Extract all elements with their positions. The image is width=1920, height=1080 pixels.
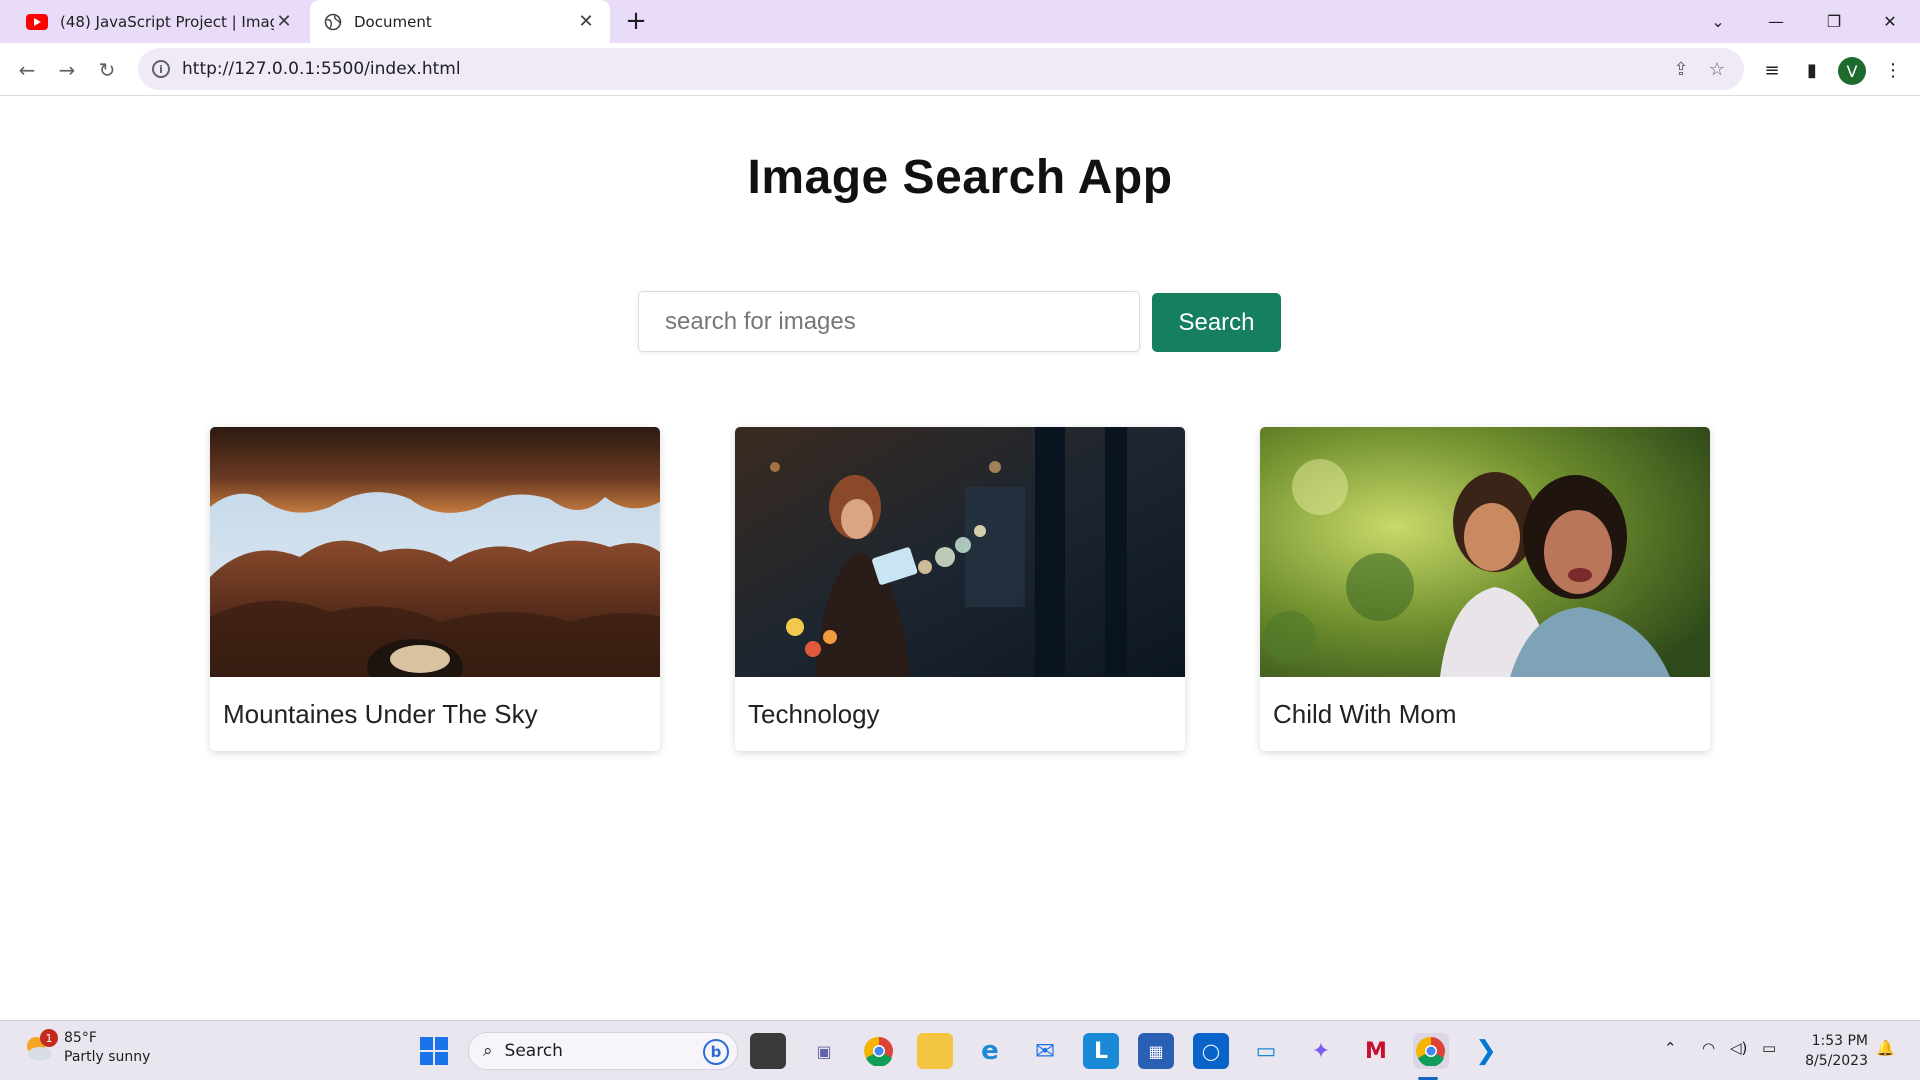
search-input[interactable] [638,291,1140,352]
search-button[interactable]: Search [1152,293,1281,352]
reading-list-icon[interactable]: ≡ [1755,53,1789,87]
chrome-active-icon[interactable] [1413,1033,1449,1069]
result-image[interactable] [735,427,1185,677]
task-view-icon[interactable] [750,1033,786,1069]
result-card[interactable]: Child With Mom [1260,427,1710,751]
youtube-icon [26,13,48,30]
result-card[interactable]: Technology [735,427,1185,751]
page-title: Image Search App [747,151,1173,204]
back-arrow-icon[interactable]: ← [10,53,44,87]
copilot-icon[interactable]: ✦ [1303,1033,1339,1069]
taskbar: 1 85°F Partly sunny ⌕ Search b ▣ e ✉ L ▦… [0,1020,1920,1080]
share-icon[interactable]: ⇪ [1670,58,1692,80]
result-card[interactable]: Mountaines Under The Sky [210,427,660,751]
volume-icon[interactable]: ◁) [1730,1039,1747,1057]
app-icon[interactable]: ◯ [1193,1033,1229,1069]
weather-condition: Partly sunny [64,1049,151,1065]
file-explorer-icon[interactable] [917,1033,953,1069]
tab-title: Document [354,12,432,31]
notification-badge: 1 [40,1029,58,1047]
result-image[interactable] [1260,427,1710,677]
tab-search-chevron-icon[interactable]: ⌄ [1690,0,1746,43]
mail-icon[interactable]: ✉ [1027,1033,1063,1069]
result-caption: Technology [748,699,880,729]
profile-avatar[interactable]: V [1838,57,1866,85]
forward-arrow-icon[interactable]: → [50,53,84,87]
store-icon[interactable]: ▦ [1138,1033,1174,1069]
weather-temp: 85°F [64,1030,97,1046]
close-tab-icon[interactable]: ✕ [576,11,596,32]
minimize-button[interactable]: — [1748,0,1804,43]
menu-kebab-icon[interactable]: ⋮ [1876,53,1910,87]
search-icon: ⌕ [483,1041,493,1061]
system-clock[interactable]: 1:53 PM 8/5/2023 [1796,1031,1868,1071]
reload-icon[interactable]: ↻ [90,53,124,87]
close-window-button[interactable]: ✕ [1862,0,1918,43]
result-caption: Child With Mom [1273,699,1457,729]
tab-youtube[interactable]: (48) JavaScript Project | Image Se ✕ [14,0,306,43]
tray-chevron-up-icon[interactable]: ⌃ [1664,1039,1677,1057]
tab-document[interactable]: Document ✕ [310,0,610,43]
chrome-icon[interactable] [861,1033,897,1069]
globe-icon [324,13,342,30]
restore-button[interactable]: ❐ [1806,0,1862,43]
vscode-icon[interactable]: ❯ [1468,1033,1504,1069]
windows-start-icon[interactable] [416,1033,452,1069]
battery-icon[interactable]: ▭ [1762,1039,1776,1057]
tab-title: (48) JavaScript Project | Image Se [60,12,274,31]
linkedin-l-icon[interactable]: L [1083,1033,1119,1069]
browser-toolbar: ← → ↻ i http://127.0.0.1:5500/index.html… [0,43,1920,96]
weather-widget[interactable]: 1 85°F Partly sunny [22,1029,150,1067]
clock-date: 8/5/2023 [1805,1053,1868,1069]
close-tab-icon[interactable]: ✕ [274,11,294,32]
teams-chat-icon[interactable]: ▣ [806,1033,842,1069]
clock-time: 1:53 PM [1811,1033,1868,1049]
edge-icon[interactable]: e [972,1033,1008,1069]
result-image[interactable] [210,427,660,677]
bing-icon[interactable]: b [703,1039,729,1065]
new-tab-button[interactable]: + [622,8,650,36]
result-caption: Mountaines Under The Sky [223,699,538,729]
notification-bell-icon[interactable]: 🔔 [1876,1039,1895,1057]
partly-sunny-icon: 1 [22,1029,58,1063]
wifi-icon[interactable]: ◠ [1702,1039,1715,1057]
bookmark-star-icon[interactable]: ☆ [1706,58,1728,80]
url-text: http://127.0.0.1:5500/index.html [182,59,461,79]
side-panel-icon[interactable]: ▮ [1795,53,1829,87]
address-bar[interactable]: i http://127.0.0.1:5500/index.html ⇪ ☆ [138,48,1744,90]
remote-desktop-icon[interactable]: ▭ [1248,1033,1284,1069]
mcafee-icon[interactable]: M [1358,1033,1394,1069]
site-info-icon[interactable]: i [152,60,170,78]
tab-strip: (48) JavaScript Project | Image Se ✕ Doc… [0,0,1920,43]
taskbar-search[interactable]: ⌕ Search b [468,1032,738,1070]
